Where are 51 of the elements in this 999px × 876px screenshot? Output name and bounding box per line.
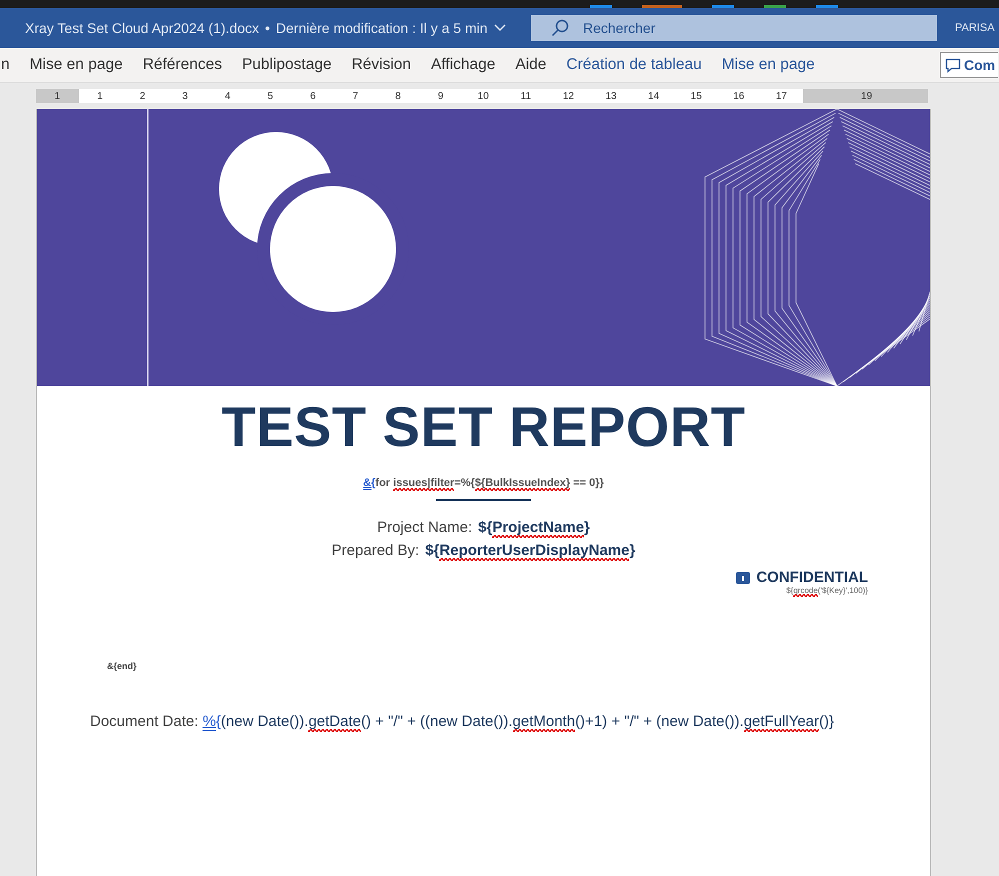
ruler-number: 2 [121,89,164,103]
ribbon-tab[interactable]: Mise en page [10,53,123,77]
ribbon-tab[interactable]: Création de tableau [546,53,702,77]
document-title: Xray Test Set Cloud Apr2024 (1).docx [25,20,259,36]
ribbon-tab[interactable]: Références [122,53,222,77]
loop-end-tag: &{end} [107,661,137,671]
search-icon [551,19,569,37]
ribbon-tab[interactable]: Mise en page [702,53,815,77]
ruler[interactable]: 1 1 2 3 4 5 6 7 8 9 10 11 12 13 14 15 16 17 19 [36,89,928,103]
ribbon-tab[interactable]: Révision [332,53,412,77]
ribbon-tab[interactable]: Affichage [411,53,496,77]
report-title: TEST SET REPORT [222,394,746,459]
ribbon-tab[interactable]: Publipostage [222,53,332,77]
document-date-line: Document Date: %{(new Date()).getDate() + "/" + ((new Date()).getMonth()+1) + "/" + (new Date()).getFullYear()} [90,713,834,730]
ruler-number: 13 [590,89,632,103]
loop-start-tag: &{for issues|filter=%{${BulkIssueIndex} == 0}} [363,477,604,489]
taskbar-icon[interactable] [712,5,734,8]
confidential-label: CONFIDENTIAL [756,569,868,586]
ruler-number: 9 [419,89,462,103]
ruler-number: 10 [462,89,505,103]
taskbar-icon[interactable] [590,5,612,8]
ruler-number: 6 [292,89,334,103]
ribbon-tab[interactable]: n [0,53,10,77]
ruler-number: 5 [248,89,292,103]
qr-code-tag: ${qrcode('${Key}',100)} [786,586,868,597]
ruler-number: 7 [334,89,377,103]
ruler-number: 4 [206,89,249,103]
ruler-number: 3 [164,89,206,103]
comment-button[interactable]: Com [940,52,998,78]
ruler-number: 16 [718,89,760,103]
field-line: Prepared By: ${ReporterUserDisplayName} [332,542,636,559]
ruler-number: 1 [78,89,122,103]
title-separator: • [264,20,270,36]
taskbar-icon[interactable] [816,5,838,8]
ruler-number: 8 [376,89,420,103]
ruler-number: 15 [674,89,718,103]
field-line: Project Name: ${ProjectName} [377,519,590,536]
user-name[interactable]: PARISA [955,22,995,34]
ribbon-tab[interactable]: Aide [495,53,546,77]
ruler-number: 12 [547,89,590,103]
ruler-number: 11 [504,89,548,103]
ruler-number: 17 [760,89,803,103]
chevron-down-icon[interactable] [494,24,506,32]
taskbar-icon[interactable] [642,5,682,8]
save-status[interactable]: Dernière modification : Il y a 5 min [276,20,488,36]
search-placeholder: Rechercher [583,20,656,36]
taskbar-icon[interactable] [764,5,786,8]
lock-icon [736,572,750,584]
search-field[interactable]: Rechercher [531,15,937,41]
comment-icon [945,58,961,72]
ruler-number: 14 [632,89,675,103]
